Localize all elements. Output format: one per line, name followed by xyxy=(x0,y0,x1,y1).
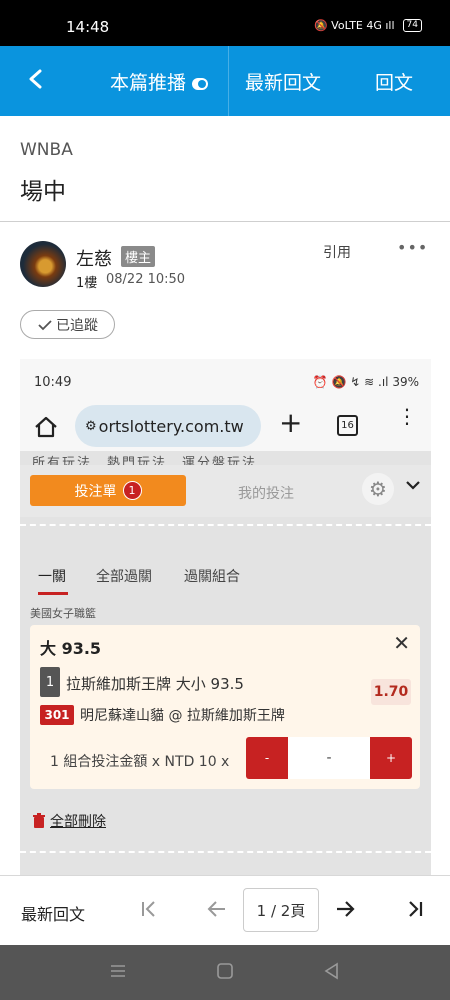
floor-number: 1樓 xyxy=(76,276,98,291)
quote-button[interactable]: 引用 xyxy=(323,242,351,262)
previous-page-icon[interactable] xyxy=(205,897,229,921)
bet-slip-button: 投注單 1 xyxy=(30,475,186,506)
gear-icon: ⚙ xyxy=(362,473,394,505)
avatar[interactable] xyxy=(20,241,66,287)
new-tab-icon: + xyxy=(279,406,303,439)
delete-all-label: 全部刪除 xyxy=(50,814,106,830)
first-page-icon[interactable] xyxy=(137,897,161,921)
tab-label: 本篇推播 xyxy=(110,72,187,94)
site-settings-icon: ⚙ xyxy=(85,418,97,434)
bet-count-badge: 1 xyxy=(122,481,142,500)
bet-mode-tabs: 一關 全部過關 過關組合 xyxy=(20,557,431,597)
embedded-screenshot[interactable]: 10:49 ⏰ 🔕 ↯ ≋ .ıl 39% ⚙ ortslottery.com.… xyxy=(20,359,431,875)
stake-label: 1 組合投注金額 x NTD 10 x xyxy=(50,754,230,770)
battery-icon: 74 xyxy=(402,19,422,32)
bet-slip-label: 投注單 xyxy=(74,483,117,500)
last-page-icon[interactable] xyxy=(403,897,427,921)
close-icon: ✕ xyxy=(393,631,410,655)
embedded-time: 10:49 xyxy=(34,375,72,390)
author-name[interactable]: 左慈 xyxy=(76,245,112,271)
following-label: 已追蹤 xyxy=(56,317,98,334)
mode-all-parlay: 全部過關 xyxy=(96,569,152,585)
latest-replies-button[interactable]: 最新回文 xyxy=(21,901,85,925)
divider xyxy=(0,221,450,222)
delete-all-link: 全部刪除 xyxy=(32,811,106,831)
active-mode-underline xyxy=(38,592,68,595)
page-indicator[interactable]: 1 / 2頁 xyxy=(243,888,319,932)
system-navigation-bar xyxy=(0,945,450,1000)
status-icons: 🔕 VoLTE 4G ıll 74 xyxy=(314,19,422,32)
url-text: ortslottery.com.tw xyxy=(98,416,244,436)
trash-icon xyxy=(33,813,45,828)
odds-value: 1.70 xyxy=(371,679,411,705)
league-label: 美國女子職籃 xyxy=(30,607,96,620)
pick-number-badge: 1 xyxy=(40,667,60,697)
stepper-value: - xyxy=(288,737,370,779)
thread-title: 場中 xyxy=(20,179,66,205)
op-badge: 樓主 xyxy=(121,246,156,267)
dashed-divider xyxy=(20,524,431,526)
status-time: 14:48 xyxy=(66,18,110,36)
tab-latest-replies[interactable]: 最新回文 xyxy=(245,68,321,95)
stepper-minus: - xyxy=(264,751,270,765)
embedded-url-field: ⚙ ortslottery.com.tw xyxy=(75,405,261,447)
check-icon xyxy=(38,319,52,330)
tab-count-icon: 16 xyxy=(337,415,358,436)
chevron-down-icon xyxy=(406,481,420,490)
app-bar: 本篇推播 最新回文 回文 xyxy=(0,46,450,116)
post-datetime: 08/22 10:50 xyxy=(106,272,186,287)
next-page-icon[interactable] xyxy=(333,897,357,921)
following-button[interactable]: 已追蹤 xyxy=(20,310,115,339)
tab-reply[interactable]: 回文 xyxy=(375,68,413,95)
back-arrow-icon[interactable] xyxy=(22,64,50,94)
bet-card-title: 大 93.5 xyxy=(40,639,102,658)
embedded-url-bar: ⚙ ortslottery.com.tw + 16 ⋮ xyxy=(20,403,431,451)
mode-parlay-combo: 過關組合 xyxy=(184,569,240,585)
mode-single: 一關 xyxy=(38,569,66,585)
bet-card: 大 93.5 ✕ 1 拉斯維加斯王牌 大小 93.5 301 明尼蘇達山貓 @ … xyxy=(30,625,420,789)
bottom-pagination-bar: 最新回文 1 / 2頁 xyxy=(0,875,450,945)
pick-text: 拉斯維加斯王牌 大小 93.5 xyxy=(66,675,244,693)
game-number-badge: 301 xyxy=(40,705,74,725)
recent-apps-icon[interactable] xyxy=(108,961,128,981)
game-text: 明尼蘇達山貓 @ 拉斯維加斯王牌 xyxy=(80,708,285,724)
stake-stepper: - - + xyxy=(246,737,412,779)
browser-menu-icon: ⋮ xyxy=(397,404,417,428)
board-name[interactable]: WNBA xyxy=(20,140,73,160)
tab-divider xyxy=(228,46,229,116)
embedded-peek-text: 所有玩法 熱門玩法 運分盤玩法 xyxy=(32,456,258,465)
status-indicators: 🔕 VoLTE 4G ıll xyxy=(313,19,395,32)
home-icon xyxy=(35,416,57,438)
dashed-divider xyxy=(20,851,431,853)
stepper-plus: + xyxy=(385,751,397,765)
embedded-status-bar: 10:49 ⏰ 🔕 ↯ ≋ .ıl 39% xyxy=(20,359,431,403)
tab-this-thread-push[interactable]: 本篇推播 xyxy=(110,68,209,95)
back-button-icon[interactable] xyxy=(322,961,342,981)
status-bar: 14:48 🔕 VoLTE 4G ıll 74 xyxy=(0,0,450,46)
toggle-icon[interactable] xyxy=(192,77,209,91)
embedded-status-icons: ⏰ 🔕 ↯ ≋ .ıl 39% xyxy=(312,375,419,389)
home-button-icon[interactable] xyxy=(215,961,235,981)
embedded-bet-bar: 投注單 1 我的投注 ⚙ xyxy=(20,465,431,517)
more-options-icon[interactable]: ••• xyxy=(397,238,428,257)
my-bets-label: 我的投注 xyxy=(238,486,294,502)
